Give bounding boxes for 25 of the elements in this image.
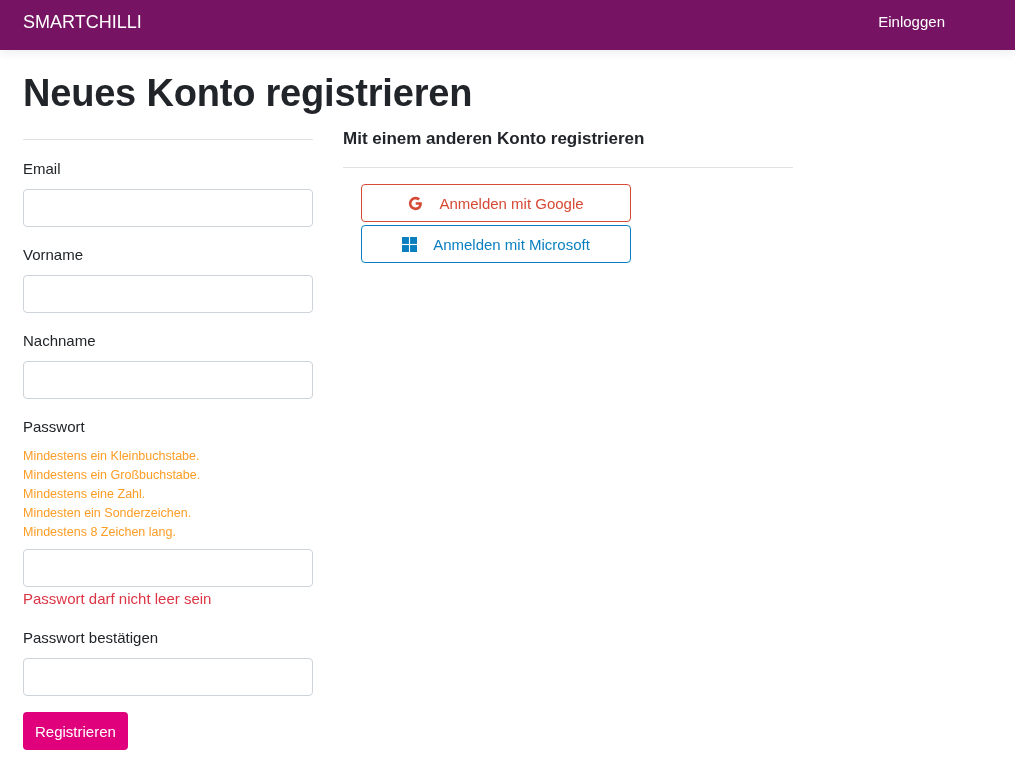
password-hint: Mindestens 8 Zeichen lang. bbox=[23, 524, 177, 541]
password-hint: Mindestens ein Kleinbuchstabe. bbox=[23, 448, 201, 465]
password-hint: Mindesten ein Sonderzeichen. bbox=[23, 505, 193, 522]
section-heading: Mit einem anderen Konto registrieren bbox=[343, 128, 646, 150]
field-label: Passwort bbox=[23, 417, 86, 437]
input-field[interactable] bbox=[23, 361, 313, 399]
password-hint: Mindestens eine Zahl. bbox=[23, 486, 147, 503]
g-icon bbox=[408, 195, 424, 211]
password-hint: Mindestens ein Großbuchstabe. bbox=[23, 467, 202, 484]
field-label: Passwort bestätigen bbox=[23, 628, 160, 648]
brand-link[interactable]: SMARTCHILLI bbox=[23, 10, 142, 34]
page-title: Neues Konto registrieren bbox=[23, 71, 474, 116]
sign-in-button[interactable]: Anmelden mit Google bbox=[361, 184, 631, 222]
login-link[interactable]: Einloggen bbox=[878, 12, 945, 32]
grid-icon bbox=[402, 236, 418, 252]
sign-in-button[interactable]: Anmelden mit Microsoft bbox=[361, 225, 631, 263]
field-label: Email bbox=[23, 159, 62, 179]
field-label: Nachname bbox=[23, 331, 97, 351]
register-button[interactable]: Registrieren bbox=[23, 712, 128, 750]
input-field[interactable] bbox=[23, 275, 313, 313]
input-field[interactable] bbox=[23, 658, 313, 696]
error-message: Passwort darf nicht leer sein bbox=[23, 589, 213, 609]
input-field[interactable] bbox=[23, 549, 313, 587]
field-label: Vorname bbox=[23, 245, 85, 265]
input-field[interactable] bbox=[23, 189, 313, 227]
